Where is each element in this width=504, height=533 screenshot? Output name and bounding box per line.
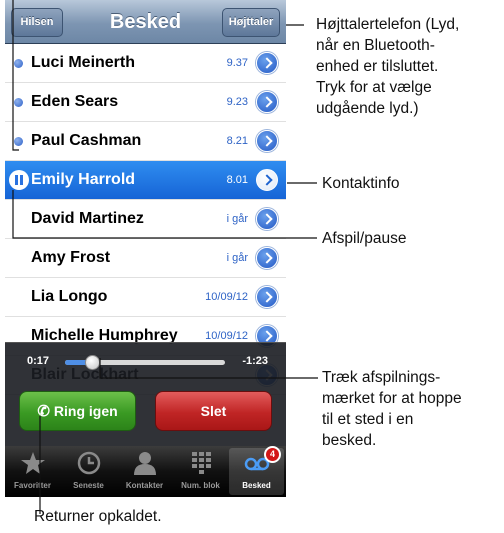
- message-time: 8.21: [226, 135, 248, 147]
- message-time: 10/09/12: [205, 330, 248, 342]
- remaining-time: -1:23: [242, 355, 268, 367]
- playback-scrubber[interactable]: [65, 355, 225, 370]
- pause-icon[interactable]: [9, 170, 29, 190]
- speaker-callout-line: når en Bluetooth-: [316, 37, 435, 54]
- voicemail-row[interactable]: Emily Harrold 8.01: [5, 161, 286, 200]
- voicemail-row[interactable]: Paul Cashman 8.21: [5, 122, 286, 161]
- speaker-callout-line: Tryk for at vælge: [316, 79, 432, 96]
- scrubber-callout-line: besked.: [322, 432, 377, 449]
- message-time: 9.23: [226, 96, 248, 108]
- scrubber-callout-line: Træk afspilnings-: [322, 369, 441, 386]
- tab-contacts[interactable]: Kontakter: [117, 448, 172, 495]
- tab-label: Num. blok: [181, 481, 220, 490]
- call-back-label: Ring igen: [53, 403, 118, 419]
- voicemail-row[interactable]: Amy Frost i går: [5, 239, 286, 278]
- tab-voicemail[interactable]: 4 Besked: [229, 446, 284, 495]
- info-disclosure-icon[interactable]: [256, 286, 278, 308]
- message-time: i går: [226, 213, 248, 225]
- scrubber-callout: Træk afspilnings- mærket for at hoppe ti…: [322, 367, 462, 451]
- tab-favorites[interactable]: Favoritter: [5, 448, 60, 495]
- caller-name: Amy Frost: [31, 249, 111, 266]
- voicemail-row[interactable]: Lia Longo 10/09/12: [5, 278, 286, 317]
- scrubber-callout-line: til et sted i en: [322, 411, 414, 428]
- speaker-button[interactable]: Højttaler: [222, 8, 280, 37]
- info-disclosure-icon[interactable]: [256, 130, 278, 152]
- elapsed-time: 0:17: [27, 355, 50, 367]
- info-disclosure-icon[interactable]: [256, 247, 278, 269]
- tab-label: Favoritter: [14, 481, 51, 490]
- unread-dot-icon: [14, 137, 23, 146]
- unread-dot-icon: [14, 59, 23, 68]
- info-disclosure-icon[interactable]: [256, 208, 278, 230]
- keypad-icon: [192, 452, 211, 474]
- message-time: 10/09/12: [205, 291, 248, 303]
- play-pause-callout: Afspil/pause: [322, 230, 407, 247]
- navigation-bar: Hilsen Besked Højttaler: [5, 0, 286, 44]
- person-icon: [134, 452, 156, 475]
- star-icon: [21, 452, 45, 474]
- voicemail-row[interactable]: Eden Sears 9.23: [5, 83, 286, 122]
- message-time: i går: [226, 252, 248, 264]
- speaker-callout-line: udgående lyd.): [316, 100, 419, 117]
- tab-bar: Favoritter Seneste Kontakter Num. blok 4…: [5, 446, 286, 497]
- tab-label: Besked: [242, 481, 271, 490]
- caller-name: Lia Longo: [31, 288, 108, 305]
- caller-name: Eden Sears: [31, 93, 119, 110]
- phone-screen: Hilsen Besked Højttaler Luci Meinerth 9.3…: [5, 0, 286, 497]
- unread-badge: 4: [264, 446, 281, 463]
- info-disclosure-icon[interactable]: [256, 52, 278, 74]
- caller-name: Luci Meinerth: [31, 54, 136, 71]
- contact-info-callout: Kontaktinfo: [322, 175, 400, 192]
- call-back-button[interactable]: ✆ Ring igen: [19, 391, 136, 431]
- scrubber-handle[interactable]: [85, 355, 101, 370]
- phone-icon: ✆: [37, 403, 50, 420]
- message-time: 9.37: [226, 57, 248, 69]
- speaker-callout: Højttalertelefon (Lyd, når en Bluetooth-…: [316, 14, 459, 119]
- delete-button[interactable]: Slet: [155, 391, 272, 431]
- caller-name: Emily Harrold: [31, 171, 136, 188]
- speaker-callout-line: enhed er tilsluttet.: [316, 58, 439, 75]
- caller-name: David Martinez: [31, 210, 144, 227]
- clock-icon: [77, 451, 101, 475]
- voicemail-row[interactable]: David Martinez i går: [5, 200, 286, 239]
- message-time: 8.01: [226, 174, 248, 186]
- tab-keypad[interactable]: Num. blok: [173, 448, 228, 495]
- tab-label: Seneste: [73, 481, 104, 490]
- speaker-callout-line: Højttalertelefon (Lyd,: [316, 16, 460, 33]
- tab-recents[interactable]: Seneste: [61, 448, 116, 495]
- voicemail-row[interactable]: Luci Meinerth 9.37: [5, 44, 286, 83]
- tab-label: Kontakter: [125, 481, 164, 490]
- info-disclosure-icon[interactable]: [256, 91, 278, 113]
- unread-dot-icon: [14, 98, 23, 107]
- caller-name: Paul Cashman: [31, 132, 142, 149]
- scrubber-callout-line: mærket for at hoppe: [322, 390, 462, 407]
- info-disclosure-icon[interactable]: [256, 169, 278, 191]
- return-call-callout: Returner opkaldet.: [34, 508, 162, 525]
- playback-panel: 0:17 -1:23 ✆ Ring igen Slet: [5, 342, 286, 446]
